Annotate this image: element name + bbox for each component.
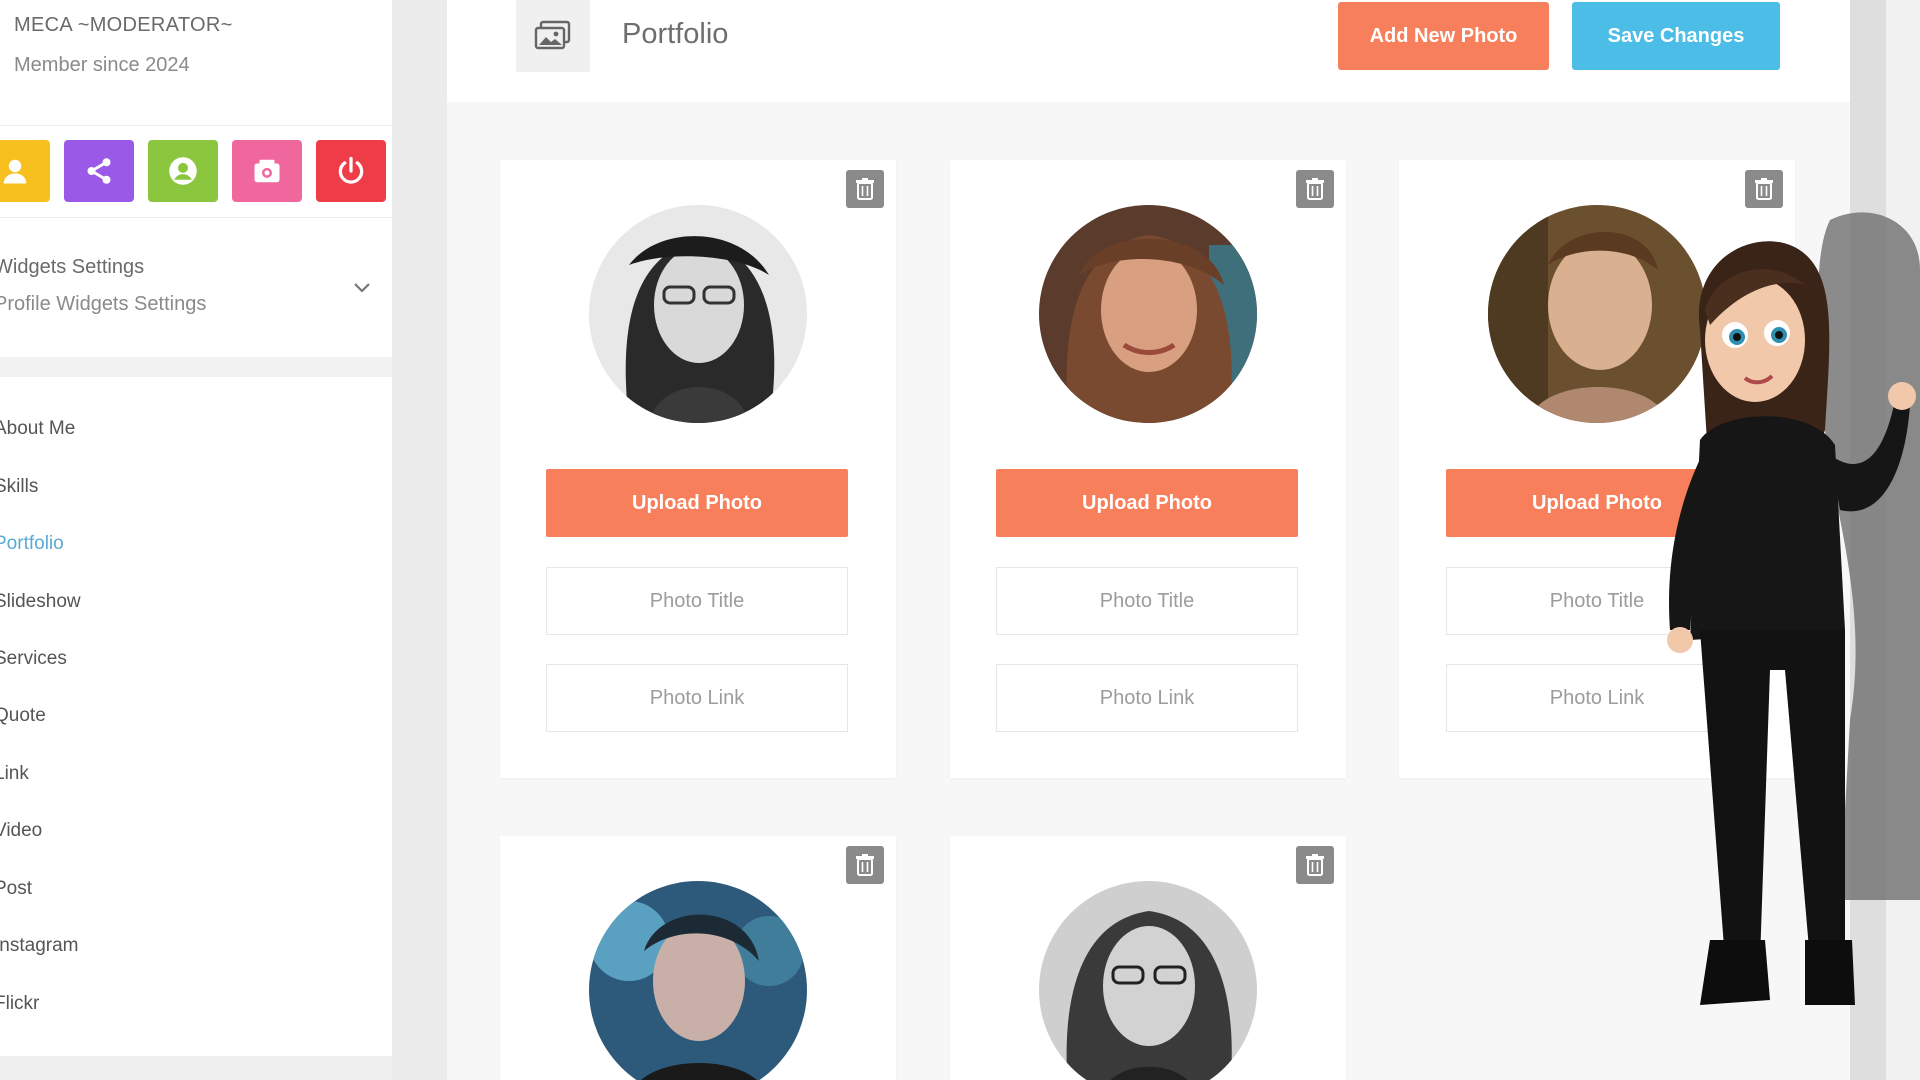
menu-item-quote[interactable]: Quote	[0, 705, 46, 727]
menu-item-flickr[interactable]: Flickr	[0, 993, 39, 1015]
delete-photo-button[interactable]	[846, 846, 884, 884]
delete-photo-button[interactable]	[846, 170, 884, 208]
header-icon-box	[516, 0, 590, 72]
photo-title-input[interactable]	[546, 567, 848, 635]
member-since: Member since 2024	[14, 54, 190, 76]
app-root: MECA ~MODERATOR~ Member since 2024 Widge…	[0, 0, 1920, 1080]
menu-item-video[interactable]: Video	[0, 820, 42, 842]
widgets-settings-title[interactable]: Widgets Settings	[0, 256, 144, 279]
user-icon	[3, 159, 27, 184]
trash-icon	[1755, 178, 1773, 200]
account-action-button[interactable]	[148, 140, 218, 202]
trash-icon	[1306, 854, 1324, 876]
logout-action-button[interactable]	[316, 140, 386, 202]
menu-item-post[interactable]: Post	[0, 878, 32, 900]
photo-title-input[interactable]	[996, 567, 1298, 635]
menu-item-skills[interactable]: Skills	[0, 476, 38, 498]
photo-thumbnail	[1039, 205, 1257, 423]
delete-photo-button[interactable]	[1745, 170, 1783, 208]
profile-action-button[interactable]	[0, 140, 50, 202]
trash-icon	[856, 854, 874, 876]
page-gutter	[1850, 0, 1886, 1080]
menu-item-slideshow[interactable]: Slideshow	[0, 591, 81, 613]
camera-action-button[interactable]	[232, 140, 302, 202]
menu-item-about-me[interactable]: About Me	[0, 418, 75, 440]
share-action-button[interactable]	[64, 140, 134, 202]
trash-icon	[1306, 178, 1324, 200]
profile-name: MECA ~MODERATOR~	[14, 14, 233, 36]
camera-icon	[254, 159, 280, 183]
save-changes-button[interactable]: Save Changes	[1572, 2, 1780, 70]
image-gallery-icon	[534, 20, 571, 50]
photo-link-input[interactable]	[1446, 664, 1748, 732]
add-new-photo-button[interactable]: Add New Photo	[1338, 2, 1549, 70]
photo-title-input[interactable]	[1446, 567, 1748, 635]
upload-photo-button[interactable]: Upload Photo	[546, 469, 848, 537]
trash-icon	[856, 178, 874, 200]
delete-photo-button[interactable]	[1296, 846, 1334, 884]
page-edge	[1886, 0, 1920, 1080]
photo-link-input[interactable]	[546, 664, 848, 732]
photo-thumbnail	[1488, 205, 1706, 423]
delete-photo-button[interactable]	[1296, 170, 1334, 208]
power-icon	[338, 156, 364, 184]
widgets-settings-subtitle: Profile Widgets Settings	[0, 293, 207, 315]
menu-item-link[interactable]: Link	[0, 763, 29, 785]
photo-thumbnail	[589, 205, 807, 423]
user-circle-icon	[169, 157, 197, 185]
chevron-down-icon[interactable]	[350, 278, 374, 298]
section-gap	[0, 357, 392, 377]
menu-item-services[interactable]: Services	[0, 648, 67, 670]
sidebar: MECA ~MODERATOR~ Member since 2024 Widge…	[0, 0, 392, 1080]
quick-actions	[0, 140, 386, 202]
upload-photo-button[interactable]: Upload Photo	[1446, 469, 1748, 537]
menu-item-portfolio[interactable]: Portfolio	[0, 533, 64, 555]
upload-photo-button[interactable]: Upload Photo	[996, 469, 1298, 537]
divider	[0, 217, 392, 218]
photo-link-input[interactable]	[996, 664, 1298, 732]
sidebar-footer	[0, 1056, 392, 1080]
menu-item-instagram[interactable]: Instagram	[0, 935, 78, 957]
page-title: Portfolio	[622, 18, 729, 50]
divider	[0, 125, 392, 126]
share-icon	[87, 158, 111, 184]
